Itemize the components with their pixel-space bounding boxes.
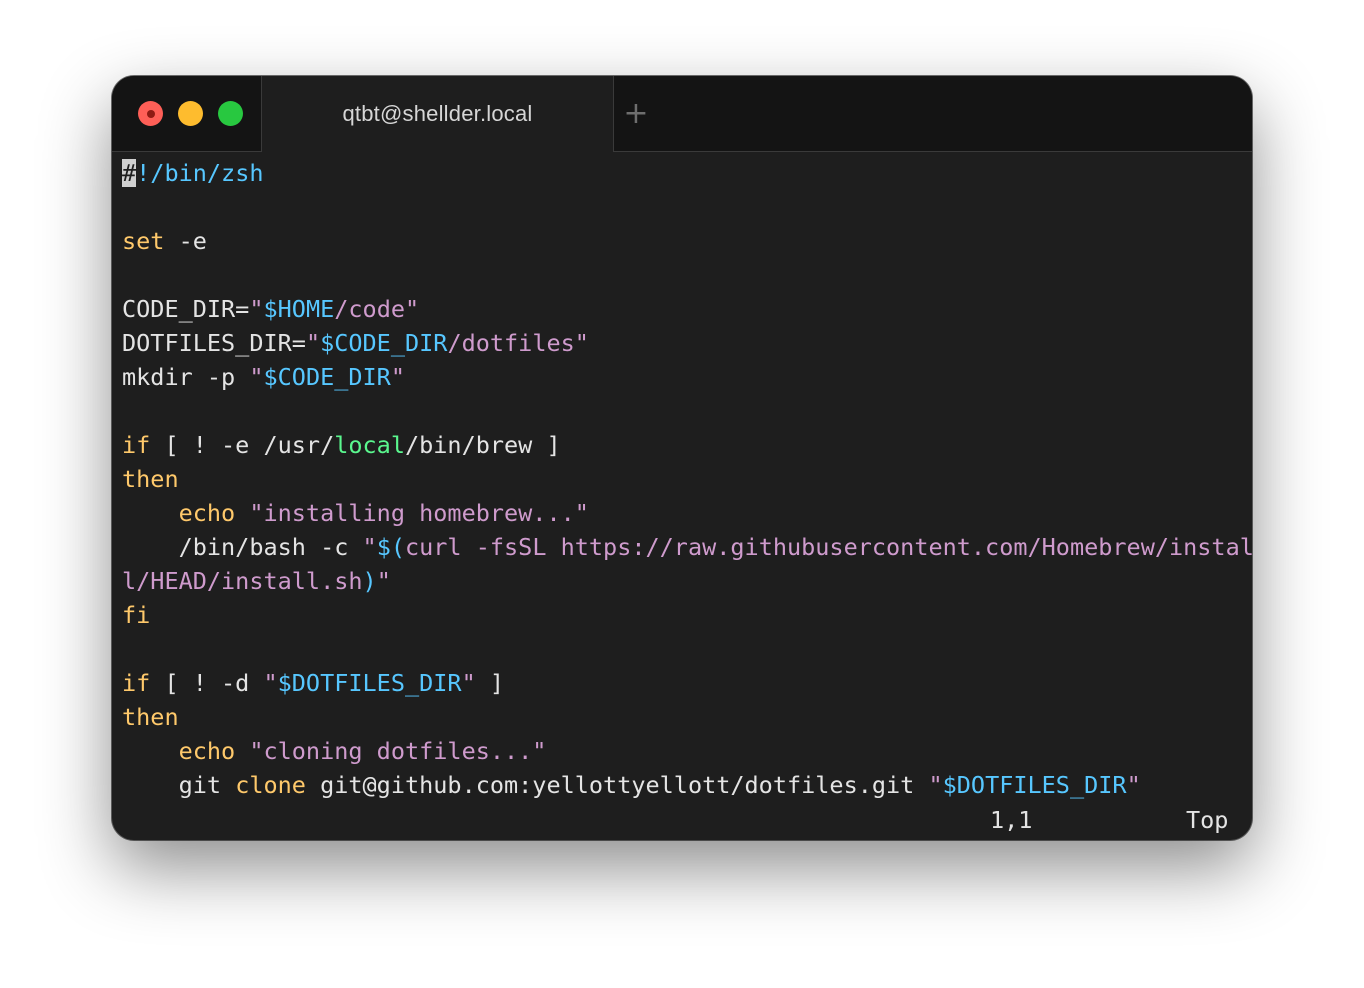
code-token: DOTFILES_DIR= <box>122 329 306 357</box>
code-token: "cloning dotfiles..." <box>249 737 547 765</box>
code-token: /bin/bash -c <box>122 533 363 561</box>
code-token: l/HEAD/install.sh <box>122 567 363 595</box>
code-token: fi <box>122 601 151 629</box>
code-token: "installing homebrew..." <box>249 499 589 527</box>
code-token: echo <box>178 737 236 765</box>
code-token: then <box>122 703 179 731</box>
code-line: DOTFILES_DIR="$CODE_DIR/dotfiles" <box>122 326 1247 360</box>
code-line: fi <box>122 598 1247 632</box>
code-token: $CODE_DIR <box>320 329 448 357</box>
code-line: if [ ! -d "$DOTFILES_DIR" ] <box>122 666 1247 700</box>
code-token: $HOME <box>263 295 335 323</box>
code-token: if <box>122 669 151 697</box>
code-token: -e <box>164 227 207 255</box>
code-token: then <box>122 465 179 493</box>
code-token: " <box>263 669 278 697</box>
code-token: clone <box>235 771 306 799</box>
code-line: git clone git@github.com:yellottyellott/… <box>122 768 1247 802</box>
code-line: #!/bin/zsh <box>122 156 1247 190</box>
code-line: /bin/bash -c "$(curl -fsSL https://raw.g… <box>122 530 1252 564</box>
code-token: CODE_DIR= <box>122 295 250 323</box>
code-line: echo "installing homebrew..." <box>122 496 1247 530</box>
code-token: /code" <box>334 295 420 323</box>
tab-active[interactable]: qtbt@shellder.local <box>261 76 614 152</box>
maximize-button[interactable] <box>218 101 243 126</box>
code-token: " <box>390 363 405 391</box>
editor-buffer[interactable]: #!/bin/zsh set -e CODE_DIR="$HOME/code" DOT… <box>122 156 1252 802</box>
cursor-position: 1,1 <box>990 806 1033 834</box>
code-line: mkdir -p "$CODE_DIR" <box>122 360 1247 394</box>
code-token: curl -fsSL https://raw.githubusercontent… <box>404 533 1252 561</box>
code-token: " <box>362 533 377 561</box>
code-token: /dotfiles" <box>447 329 589 357</box>
code-token: echo <box>178 499 236 527</box>
code-token: set <box>122 227 165 255</box>
scroll-indicator: Top <box>1186 806 1229 834</box>
minimize-button[interactable] <box>178 101 203 126</box>
text-cursor: # <box>122 159 137 187</box>
code-line: l/HEAD/install.sh)" <box>122 564 1247 598</box>
code-token: $( <box>376 533 405 561</box>
code-token: " <box>376 567 391 595</box>
close-button[interactable] <box>138 101 163 126</box>
code-token: " <box>1126 771 1141 799</box>
code-token: $CODE_DIR <box>263 363 391 391</box>
code-token: " <box>249 295 264 323</box>
code-token: local <box>334 431 405 459</box>
code-token: git <box>122 771 236 799</box>
window-controls <box>138 101 243 126</box>
code-token: /bin/brew ] <box>404 431 561 459</box>
code-token: $DOTFILES_DIR <box>277 669 462 697</box>
tab-title: qtbt@shellder.local <box>342 101 533 126</box>
code-token: " <box>249 363 264 391</box>
code-token: ) <box>362 567 377 595</box>
code-token: !/bin/zsh <box>136 159 264 187</box>
code-token: git@github.com:yellottyellott/dotfiles.g… <box>305 771 929 799</box>
status-line: 1,1 Top <box>112 804 1252 836</box>
title-bar: qtbt@shellder.local + <box>112 76 1252 152</box>
code-token: ] <box>475 669 505 697</box>
code-line: echo "cloning dotfiles..." <box>122 734 1247 768</box>
terminal-window: qtbt@shellder.local + #!/bin/zsh set -e CO… <box>112 76 1252 840</box>
code-token: if <box>122 431 151 459</box>
code-token: " <box>928 771 943 799</box>
code-token: " <box>461 669 476 697</box>
code-line: CODE_DIR="$HOME/code" <box>122 292 1247 326</box>
code-line: if [ ! -e /usr/local/bin/brew ] <box>122 428 1247 462</box>
code-token: $DOTFILES_DIR <box>942 771 1127 799</box>
code-token: [ ! -d <box>150 669 264 697</box>
code-token: " <box>305 329 321 357</box>
code-line: set -e <box>122 224 1247 258</box>
code-line: then <box>122 462 1247 496</box>
code-line: then <box>122 700 1247 734</box>
code-token: mkdir -p <box>122 363 250 391</box>
code-token: [ ! -e /usr/ <box>150 431 335 459</box>
plus-icon[interactable]: + <box>622 99 650 129</box>
